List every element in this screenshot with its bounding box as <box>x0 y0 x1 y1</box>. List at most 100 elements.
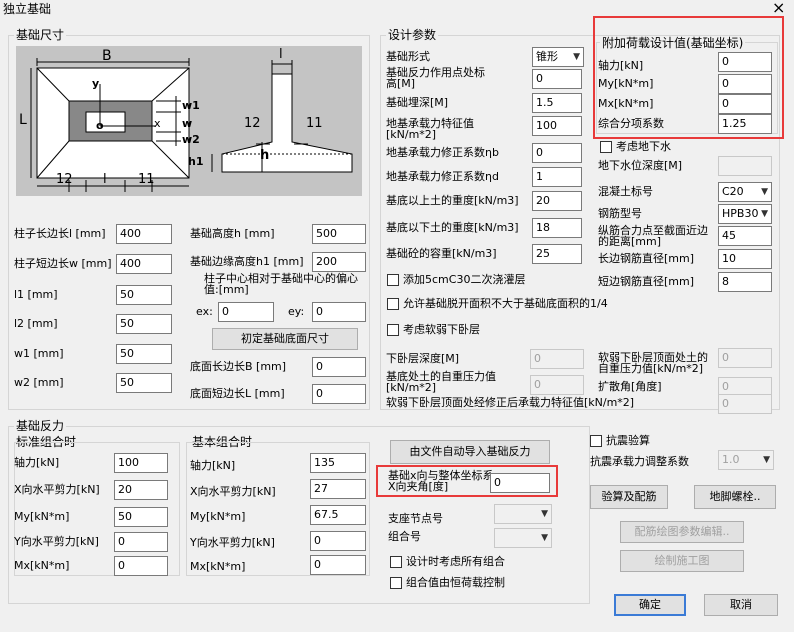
diagram-label-o: o <box>96 119 104 132</box>
bearing-label: 地基承载力特征值[kN/m*2] <box>386 117 474 141</box>
std-y-shear-input[interactable]: 0 <box>114 532 168 552</box>
edge-height-input[interactable]: 200 <box>312 252 366 272</box>
bottom-short-input[interactable]: 0 <box>312 384 366 404</box>
l1-input[interactable]: 50 <box>116 285 172 305</box>
concrete-weight-input[interactable]: 25 <box>532 244 582 264</box>
std-x-shear-label: X向水平剪力[kN] <box>14 483 100 496</box>
col-short-label: 柱子短边长w [mm] <box>14 257 112 270</box>
long-dia-input[interactable]: 10 <box>718 249 772 269</box>
w2-input[interactable]: 50 <box>116 373 172 393</box>
chevron-down-icon: ▼ <box>761 209 768 219</box>
window-title: 独立基础 <box>3 2 52 16</box>
foundation-diagram: B L y x o w1 w w2 h1 12 l 11 l 12 11 h <box>16 46 362 196</box>
weak-bearing-label: 软弱下卧层顶面处经修正后承载力特征值[kN/m*2] <box>386 396 635 409</box>
extra-load-highlight <box>593 16 784 139</box>
basic-axial-input[interactable]: 135 <box>310 453 366 473</box>
allow-off-label: 允许基础脱开面积不大于基础底面积的1/4 <box>403 297 608 310</box>
self-pressure-input[interactable]: 0 <box>530 375 584 395</box>
init-size-button[interactable]: 初定基础底面尺寸 <box>212 328 358 350</box>
eta-d-input[interactable]: 1 <box>532 167 582 187</box>
cancel-button[interactable]: 取消 <box>704 594 778 616</box>
close-icon[interactable]: × <box>772 0 785 16</box>
add-layer-checkbox[interactable] <box>387 274 399 286</box>
all-combo-checkbox[interactable] <box>390 556 402 568</box>
concrete-grade-label: 混凝土标号 <box>598 185 653 198</box>
eta-b-label: 地基承载力修正系数ηb <box>386 146 499 159</box>
concrete-grade-select[interactable]: C20 ▼ <box>718 182 772 202</box>
diagram-label-B: B <box>102 48 112 64</box>
reaction-point-input[interactable]: 0 <box>532 69 582 89</box>
allow-off-checkbox[interactable] <box>387 298 399 310</box>
rebar-dist-input[interactable]: 45 <box>718 226 772 246</box>
concrete-weight-label: 基础砼的容重[kN/m3] <box>386 247 497 260</box>
eta-b-input[interactable]: 0 <box>532 143 582 163</box>
group-select[interactable]: ▼ <box>494 528 552 548</box>
design-group-title: 设计参数 <box>386 28 439 42</box>
soil-below-input[interactable]: 18 <box>532 218 582 238</box>
form-select[interactable]: 锥形 ▼ <box>532 47 584 67</box>
soil-above-input[interactable]: 20 <box>532 191 582 211</box>
diagram-label-12-bottom: 12 <box>56 172 73 187</box>
rebar-type-label: 钢筋型号 <box>598 207 642 220</box>
import-reaction-button[interactable]: 由文件自动导入基础反力 <box>390 440 550 464</box>
col-long-label: 柱子长边长l [mm] <box>14 227 106 240</box>
std-axial-label: 轴力[kN] <box>14 456 60 469</box>
chevron-down-icon: ▼ <box>573 52 580 62</box>
weak-depth-input[interactable]: 0 <box>530 349 584 369</box>
node-label: 支座节点号 <box>388 512 443 525</box>
std-my-input[interactable]: 50 <box>114 507 168 527</box>
diagram-label-w1: w1 <box>182 99 200 112</box>
node-select[interactable]: ▼ <box>494 504 552 524</box>
basic-y-shear-input[interactable]: 0 <box>310 531 366 551</box>
l2-input[interactable]: 50 <box>116 314 172 334</box>
weak-bearing-input[interactable]: 0 <box>718 394 772 414</box>
diagram-label-w: w <box>182 117 193 130</box>
diagram-label-x: x <box>154 117 161 130</box>
short-dia-input[interactable]: 8 <box>718 272 772 292</box>
seismic-factor-select[interactable]: 1.0 ▼ <box>718 450 774 470</box>
rebar-type-select[interactable]: HPB30 ▼ <box>718 204 772 224</box>
bearing-input[interactable]: 100 <box>532 116 582 136</box>
groundwater-checkbox[interactable] <box>600 141 612 153</box>
ey-input[interactable]: 0 <box>312 302 366 322</box>
soil-above-label: 基底以上土的重度[kN/m3] <box>386 194 519 207</box>
col-short-input[interactable]: 400 <box>116 254 172 274</box>
basic-my-label: My[kN*m] <box>190 510 246 523</box>
eccentric-label: 柱子中心相对于基础中心的偏心值:[mm] <box>204 272 358 296</box>
diagram-label-11-side: 11 <box>306 116 323 131</box>
chevron-down-icon: ▼ <box>763 455 770 465</box>
diagram-label-y: y <box>92 77 100 90</box>
edge-height-label: 基础边缘高度h1 [mm] <box>190 255 304 268</box>
weak-top-input[interactable]: 0 <box>718 348 772 368</box>
std-my-label: My[kN*m] <box>14 510 70 523</box>
basic-x-shear-input[interactable]: 27 <box>310 479 366 499</box>
rebar-param-button[interactable]: 配筋绘图参数编辑.. <box>620 521 744 543</box>
self-pressure-label: 基底处土的自重压力值[kN/m*2] <box>386 370 496 394</box>
bottom-long-input[interactable]: 0 <box>312 357 366 377</box>
diagram-label-h1: h1 <box>188 155 204 168</box>
groundwater-depth-input[interactable] <box>718 156 772 176</box>
ex-input[interactable]: 0 <box>218 302 274 322</box>
rebar-dist-label: 纵筋合力点至截面近边的距离[mm] <box>598 224 708 248</box>
reaction-point-label: 基础反力作用点处标高[M] <box>386 66 485 90</box>
dead-ctrl-checkbox[interactable] <box>390 577 402 589</box>
std-axial-input[interactable]: 100 <box>114 453 168 473</box>
w1-input[interactable]: 50 <box>116 344 172 364</box>
weak-layer-checkbox[interactable] <box>387 324 399 336</box>
col-long-input[interactable]: 400 <box>116 224 172 244</box>
seismic-checkbox[interactable] <box>590 435 602 447</box>
basic-my-input[interactable]: 67.5 <box>310 505 366 525</box>
height-input[interactable]: 500 <box>312 224 366 244</box>
basic-mx-input[interactable]: 0 <box>310 555 366 575</box>
spread-label: 扩散角[角度] <box>598 380 662 393</box>
std-mx-input[interactable]: 0 <box>114 556 168 576</box>
chevron-down-icon: ▼ <box>761 187 768 197</box>
eta-d-label: 地基承载力修正系数ηd <box>386 170 499 183</box>
ok-button[interactable]: 确定 <box>614 594 686 616</box>
check-rebar-button[interactable]: 验算及配筋 <box>590 485 668 509</box>
depth-input[interactable]: 1.5 <box>532 93 582 113</box>
height-label: 基础高度h [mm] <box>190 227 275 240</box>
anchor-bolt-button[interactable]: 地脚螺栓.. <box>694 485 776 509</box>
std-x-shear-input[interactable]: 20 <box>114 480 168 500</box>
draw-button[interactable]: 绘制施工图 <box>620 550 744 572</box>
